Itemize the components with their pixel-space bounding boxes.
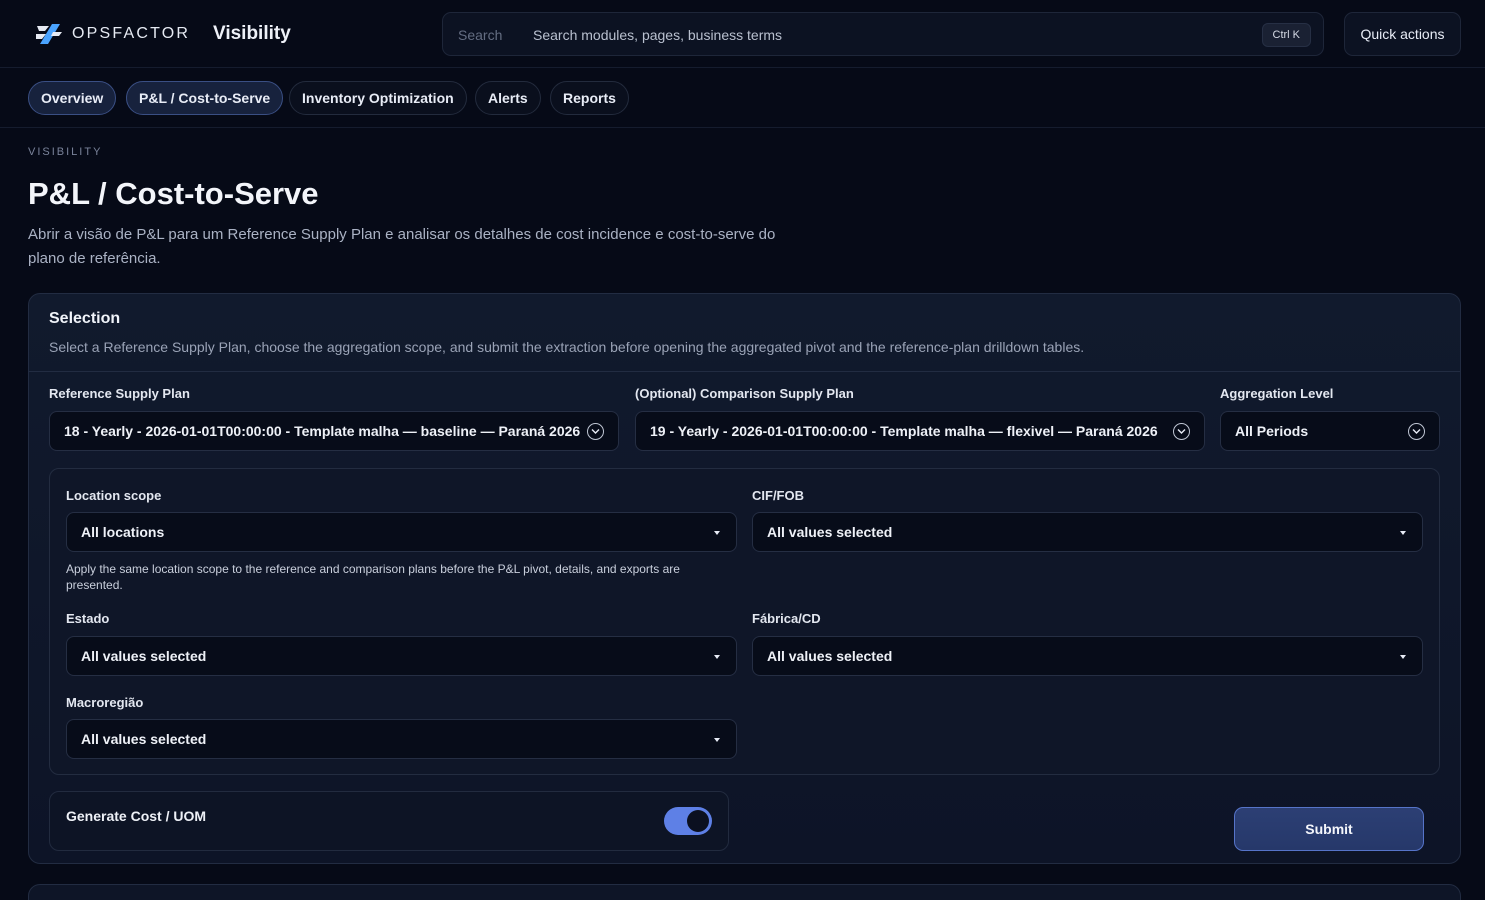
search-shortcut-badge: Ctrl K: [1261, 23, 1311, 47]
quick-actions-button[interactable]: Quick actions: [1344, 12, 1461, 56]
selection-subtitle: Select a Reference Supply Plan, choose t…: [49, 339, 1085, 355]
location-filters-panel: Location scope All locations Apply the s…: [49, 468, 1440, 775]
reference-plan-label: Reference Supply Plan: [49, 386, 190, 401]
comparison-plan-select[interactable]: 19 - Yearly - 2026-01-01T00:00:00 - Temp…: [635, 411, 1205, 451]
search-input[interactable]: [533, 21, 1233, 49]
page-title: P&L / Cost-to-Serve: [28, 176, 319, 211]
breadcrumb-eyebrow: VISIBILITY: [28, 146, 103, 158]
page-description: Abrir a visão de P&L para um Reference S…: [28, 226, 776, 267]
search-label: Search: [458, 27, 503, 43]
submit-button[interactable]: Submit: [1234, 807, 1424, 851]
caret-down-icon: [714, 738, 720, 742]
location-scope-value: All locations: [81, 524, 165, 540]
caret-down-icon: [1400, 531, 1406, 535]
generate-cost-uom-row: Generate Cost / UOM: [49, 791, 729, 851]
cif-fob-value: All values selected: [767, 524, 893, 540]
chevron-down-icon: [1173, 423, 1190, 440]
toggle-knob: [687, 810, 709, 832]
opsfactor-logo-icon: [36, 24, 62, 44]
fabrica-cd-value: All values selected: [767, 648, 893, 664]
comparison-plan-label: (Optional) Comparison Supply Plan: [635, 386, 854, 401]
estado-select[interactable]: All values selected: [66, 636, 737, 676]
caret-down-icon: [714, 655, 720, 659]
location-scope-select[interactable]: All locations: [66, 512, 737, 552]
location-scope-help: Apply the same location scope to the ref…: [66, 562, 680, 592]
chevron-down-icon: [1408, 423, 1425, 440]
fabrica-cd-label: Fábrica/CD: [752, 611, 821, 626]
estado-value: All values selected: [81, 648, 207, 664]
macroregiao-label: Macroregião: [66, 695, 144, 710]
aggregation-level-value: All Periods: [1235, 423, 1309, 439]
reference-plan-select[interactable]: 18 - Yearly - 2026-01-01T00:00:00 - Temp…: [49, 411, 619, 451]
tab-inventory-optimization[interactable]: Inventory Optimization: [289, 81, 467, 115]
cif-fob-select[interactable]: All values selected: [752, 512, 1423, 552]
tab-reports[interactable]: Reports: [550, 81, 629, 115]
brand-name: OPSFACTOR: [72, 25, 191, 42]
brand[interactable]: OPSFACTOR: [34, 22, 190, 46]
selection-title: Selection: [49, 310, 121, 327]
reference-plan-value: 18 - Yearly - 2026-01-01T00:00:00 - Temp…: [64, 423, 581, 439]
estado-label: Estado: [66, 611, 110, 626]
results-card: [28, 884, 1461, 900]
macroregiao-value: All values selected: [81, 731, 207, 747]
tab-alerts[interactable]: Alerts: [475, 81, 541, 115]
aggregation-level-select[interactable]: All Periods: [1220, 411, 1440, 451]
comparison-plan-value: 19 - Yearly - 2026-01-01T00:00:00 - Temp…: [650, 423, 1158, 439]
cif-fob-label: CIF/FOB: [752, 488, 804, 503]
top-bar: OPSFACTOR Visibility Search Ctrl K Quick…: [0, 0, 1485, 68]
macroregiao-select[interactable]: All values selected: [66, 719, 737, 759]
selection-card-header: Selection Select a Reference Supply Plan…: [29, 294, 1460, 372]
generate-cost-uom-toggle[interactable]: [664, 807, 712, 835]
chevron-down-icon: [587, 423, 604, 440]
tab-overview[interactable]: Overview: [28, 81, 117, 115]
fabrica-cd-select[interactable]: All values selected: [752, 636, 1423, 676]
location-scope-label: Location scope: [66, 488, 162, 503]
global-search[interactable]: Search Ctrl K: [442, 12, 1324, 56]
aggregation-level-label: Aggregation Level: [1220, 386, 1334, 401]
generate-cost-uom-label: Generate Cost / UOM: [66, 808, 207, 824]
module-tabs: Overview P&L / Cost-to-Serve Inventory O…: [0, 68, 1485, 128]
caret-down-icon: [1400, 655, 1406, 659]
app-title: Visibility: [213, 23, 291, 44]
caret-down-icon: [714, 531, 720, 535]
selection-card: Selection Select a Reference Supply Plan…: [28, 293, 1461, 864]
tab-pl-cost-to-serve[interactable]: P&L / Cost-to-Serve: [126, 81, 284, 115]
